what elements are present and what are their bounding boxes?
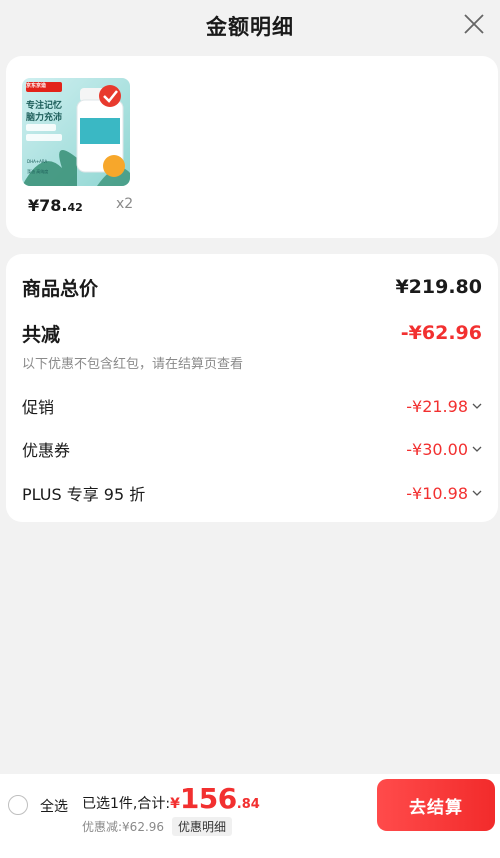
price-main: ¥78.: [28, 196, 68, 215]
header: 金额明细: [0, 0, 500, 52]
product-card: 京东京造 专注记忆 脑力充沛 DHA+ARA 藻油 高纯度 ¥78. 42 x2: [6, 56, 498, 238]
order-summary: 已选1件,合计: ¥ 156 .84: [82, 782, 260, 815]
total-label: 商品总价: [22, 277, 99, 300]
discount-note: 以下优惠不包含红包，请在结算页查看: [22, 357, 244, 372]
summary-total-int: 156: [179, 782, 237, 815]
discount-row-promotion[interactable]: 促销 -¥21.98: [22, 392, 482, 420]
reduce-row: 共减 -¥62.96: [22, 318, 482, 348]
image-tag-2: 藻油 高纯度: [27, 169, 49, 174]
select-all-label[interactable]: 全选: [40, 796, 68, 816]
total-row: 商品总价 ¥219.80: [22, 272, 482, 302]
page-title: 金额明细: [206, 15, 294, 39]
chevron-down-icon[interactable]: [472, 402, 482, 410]
image-brand: 京东京造: [26, 83, 47, 89]
discount-row-coupon[interactable]: 优惠券 -¥30.00: [22, 435, 482, 463]
image-tagline-2: 脑力充沛: [26, 113, 63, 123]
image-tag-1: DHA+ARA: [27, 159, 48, 164]
discount-label: 优惠券: [22, 441, 71, 460]
summary-currency: ¥: [170, 796, 180, 812]
close-icon[interactable]: [462, 12, 486, 36]
image-tagline: 专注记忆 脑力充沛: [26, 100, 62, 124]
product-quantity: x2: [116, 196, 134, 212]
reduce-value: -¥62.96: [400, 322, 482, 344]
savings-text: 优惠减:¥62.96: [82, 820, 165, 834]
reduce-label: 共减: [22, 323, 61, 346]
checkout-bar: 全选 已选1件,合计: ¥ 156 .84 优惠减:¥62.96 优惠明细 去结…: [0, 774, 500, 858]
discount-value: -¥10.98: [406, 483, 468, 503]
image-tagline-1: 专注记忆: [26, 101, 63, 111]
discount-detail-link[interactable]: 优惠明细: [172, 817, 233, 836]
summary-text: 已选1件,合计:: [82, 796, 171, 812]
summary-total-dec: .84: [236, 797, 260, 812]
discount-label: PLUS 专享 95 折: [22, 485, 146, 504]
checkout-button[interactable]: 去结算: [377, 779, 495, 831]
discount-value: -¥21.98: [406, 396, 468, 416]
price-detail-card: 商品总价 ¥219.80 共减 -¥62.96 以下优惠不包含红包，请在结算页查…: [6, 254, 498, 522]
price-decimal: 42: [67, 201, 83, 214]
discount-value: -¥30.00: [406, 439, 468, 459]
select-all-radio[interactable]: [8, 795, 28, 815]
product-price: ¥78. 42: [28, 196, 83, 215]
chevron-down-icon[interactable]: [472, 489, 482, 497]
discount-row-plus[interactable]: PLUS 专享 95 折 -¥10.98: [22, 479, 482, 507]
discount-label: 促销: [22, 398, 55, 417]
chevron-down-icon[interactable]: [472, 445, 482, 453]
total-value: ¥219.80: [395, 276, 482, 298]
